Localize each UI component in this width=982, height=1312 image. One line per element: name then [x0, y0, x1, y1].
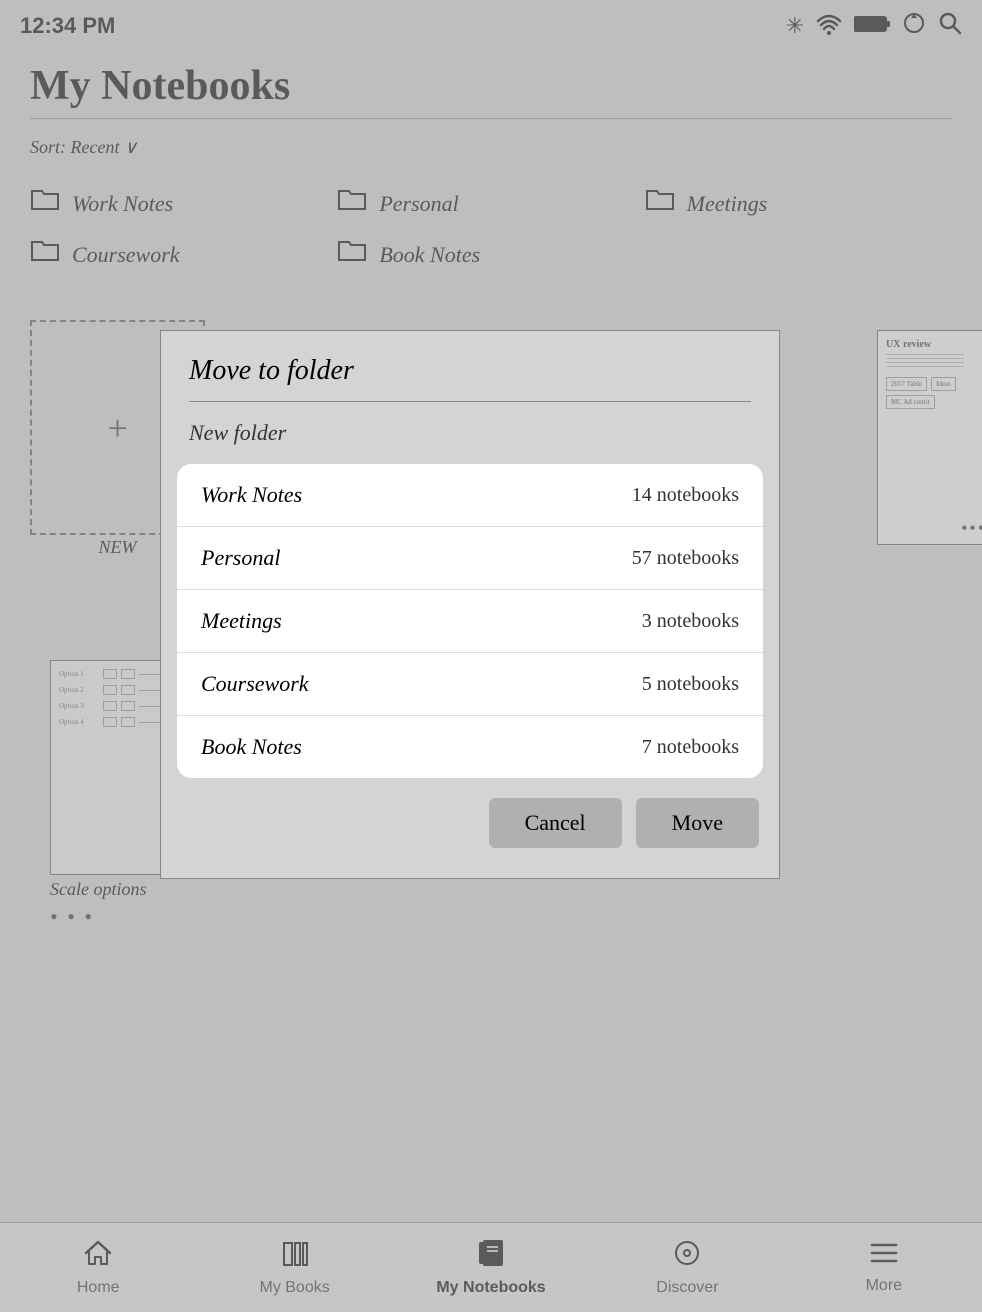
folder-list-count: 3 notebooks	[642, 610, 739, 633]
modal-buttons: Cancel Move	[161, 778, 779, 848]
folder-list: Work Notes 14 notebooks Personal 57 note…	[177, 464, 763, 778]
folder-list-count: 5 notebooks	[642, 673, 739, 696]
folder-list-name: Personal	[201, 545, 280, 571]
folder-list-item-book-notes[interactable]: Book Notes 7 notebooks	[177, 716, 763, 778]
folder-list-item-work-notes[interactable]: Work Notes 14 notebooks	[177, 464, 763, 527]
modal-title: Move to folder	[161, 331, 779, 401]
cancel-button[interactable]: Cancel	[489, 798, 622, 848]
folder-list-name: Work Notes	[201, 482, 302, 508]
folder-list-name: Book Notes	[201, 734, 302, 760]
folder-list-item-personal[interactable]: Personal 57 notebooks	[177, 527, 763, 590]
move-to-folder-modal: Move to folder New folder Work Notes 14 …	[160, 330, 780, 879]
folder-list-count: 57 notebooks	[632, 547, 739, 570]
folder-list-item-meetings[interactable]: Meetings 3 notebooks	[177, 590, 763, 653]
folder-list-item-coursework[interactable]: Coursework 5 notebooks	[177, 653, 763, 716]
folder-list-count: 14 notebooks	[632, 484, 739, 507]
folder-list-count: 7 notebooks	[642, 736, 739, 759]
folder-list-name: Coursework	[201, 671, 309, 697]
new-folder-option[interactable]: New folder	[161, 402, 779, 464]
move-button[interactable]: Move	[636, 798, 759, 848]
folder-list-name: Meetings	[201, 608, 282, 634]
